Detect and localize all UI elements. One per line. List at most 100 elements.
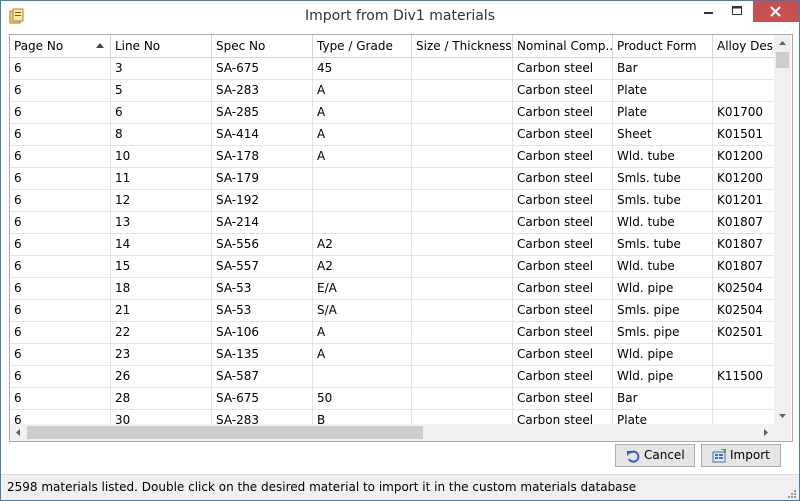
table-row[interactable]: 6 3 SA-675 45 Carbon steel Bar [10,58,774,80]
cancel-button-label: Cancel [644,448,685,462]
sort-ascending-icon [96,43,104,48]
materials-grid[interactable]: Page No Line No Spec No Type / Grade Siz… [9,34,793,442]
table-row[interactable]: 6 13 SA-214 Carbon steel Wld. tube K01807 [10,212,774,234]
cell-line-no: 5 [111,80,212,101]
minimize-icon [704,12,713,14]
table-row[interactable]: 6 30 SA-283 B Carbon steel Plate [10,410,774,424]
cell-spec-no: SA-106 [212,322,313,343]
cell-alloy-designation: K01201 [717,193,764,207]
cell-product-form: Bar [613,388,713,409]
table-row[interactable]: 6 28 SA-675 50 Carbon steel Bar [10,388,774,410]
cell-alloy-designation: K02501 [717,325,764,339]
cell-page-no: 6 [10,234,111,255]
scroll-left-icon[interactable] [10,424,27,441]
cell-product-form: Plate [613,102,713,123]
close-button[interactable] [753,1,799,22]
cell-alloy-designation [713,410,774,424]
cell-type-grade [313,212,412,233]
cell-page-no: 6 [10,256,111,277]
vertical-scroll-thumb[interactable] [776,52,789,68]
table-row[interactable]: 6 11 SA-179 Carbon steel Smls. tube K01200 [10,168,774,190]
cell-size-thickness [412,212,513,233]
cell-page-no: 6 [10,278,111,299]
import-dialog: Import from Div1 materials Page No Line … [0,0,800,501]
cell-product-form: Smls. tube [613,190,713,211]
column-header-alloy-designation[interactable]: Alloy Desi [713,35,774,57]
scroll-down-icon[interactable] [774,407,791,424]
cell-type-grade [313,168,412,189]
cell-product-form: Wld. tube [613,256,713,277]
table-row[interactable]: 6 26 SA-587 Carbon steel Wld. pipe K11500 [10,366,774,388]
table-row[interactable]: 6 12 SA-192 Carbon steel Smls. tube K01201 [10,190,774,212]
cell-nominal-comp: Carbon steel [513,146,613,167]
cell-spec-no: SA-214 [212,212,313,233]
resize-grip-icon[interactable] [787,489,797,499]
cell-product-form: Smls. pipe [613,300,713,321]
maximize-button[interactable] [723,1,751,22]
cell-alloy-designation: K02504 [717,281,764,295]
table-row[interactable]: 6 21 SA-53 S/A Carbon steel Smls. pipe K02504 [10,300,774,322]
column-header-product-form[interactable]: Product Form [613,35,713,57]
cell-page-no: 6 [10,102,111,123]
cell-type-grade: A [313,344,412,365]
cell-product-form: Wld. pipe [613,278,713,299]
import-icon [712,449,726,463]
grid-body: 6 3 SA-675 45 Carbon steel Bar 6 5 SA-283 A Carbon… [10,58,774,424]
cell-type-grade: A [313,146,412,167]
column-header-line-no[interactable]: Line No [111,35,212,57]
scroll-up-icon[interactable] [774,35,791,52]
vertical-scrollbar[interactable] [774,35,791,424]
import-button[interactable]: Import [701,444,781,467]
cancel-button[interactable]: Cancel [615,444,695,467]
cell-type-grade: B [313,410,412,424]
cell-size-thickness [412,80,513,101]
status-bar: 2598 materials listed. Double click on t… [1,474,799,500]
cell-alloy-designation: K01807 [717,237,764,251]
cell-product-form: Smls. pipe [613,322,713,343]
import-button-label: Import [730,448,770,462]
cell-type-grade: E/A [313,278,412,299]
cell-line-no: 3 [111,58,212,79]
table-row[interactable]: 6 10 SA-178 A Carbon steel Wld. tube K01200 [10,146,774,168]
cell-spec-no: SA-283 [212,410,313,424]
cell-type-grade [313,190,412,211]
cell-page-no: 6 [10,212,111,233]
cell-size-thickness [412,278,513,299]
cell-spec-no: SA-557 [212,256,313,277]
minimize-button[interactable] [695,1,723,22]
table-row[interactable]: 6 22 SA-106 A Carbon steel Smls. pipe K02501 [10,322,774,344]
column-header-page-no[interactable]: Page No [10,35,111,57]
column-header-spec-no[interactable]: Spec No [212,35,313,57]
cell-alloy-designation [713,58,774,79]
horizontal-scroll-thumb[interactable] [27,426,423,439]
table-row[interactable]: 6 15 SA-557 A2 Carbon steel Wld. tube K01807 [10,256,774,278]
cell-nominal-comp: Carbon steel [513,234,613,255]
scroll-right-icon[interactable] [757,424,774,441]
cell-size-thickness [412,388,513,409]
cell-size-thickness [412,322,513,343]
table-row[interactable]: 6 23 SA-135 A Carbon steel Wld. pipe [10,344,774,366]
column-header-size-thickness[interactable]: Size / Thickness [412,35,513,57]
cell-page-no: 6 [10,146,111,167]
cell-type-grade: A [313,322,412,343]
cell-product-form: Plate [613,410,713,424]
cell-type-grade: A [313,80,412,101]
cell-type-grade: A2 [313,234,412,255]
table-row[interactable]: 6 6 SA-285 A Carbon steel Plate K01700 [10,102,774,124]
horizontal-scrollbar[interactable] [10,424,774,441]
cell-spec-no: SA-192 [212,190,313,211]
table-row[interactable]: 6 18 SA-53 E/A Carbon steel Wld. pipe K02504 [10,278,774,300]
table-row[interactable]: 6 8 SA-414 A Carbon steel Sheet K01501 [10,124,774,146]
cell-nominal-comp: Carbon steel [513,322,613,343]
cell-size-thickness [412,300,513,321]
cell-alloy-designation: K01700 [717,105,764,119]
cell-product-form: Smls. tube [613,234,713,255]
cell-nominal-comp: Carbon steel [513,102,613,123]
cell-size-thickness [412,58,513,79]
column-header-type-grade[interactable]: Type / Grade [313,35,412,57]
table-row[interactable]: 6 5 SA-283 A Carbon steel Plate [10,80,774,102]
table-row[interactable]: 6 14 SA-556 A2 Carbon steel Smls. tube K01807 [10,234,774,256]
cell-size-thickness [412,366,513,387]
title-bar[interactable]: Import from Div1 materials [1,1,799,32]
column-header-nominal-comp[interactable]: Nominal Comp... [513,35,613,57]
